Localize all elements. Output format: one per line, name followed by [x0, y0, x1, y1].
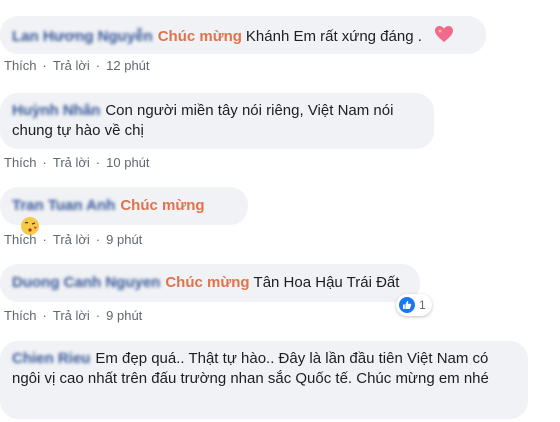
comment-time[interactable]: 12 phút — [106, 58, 149, 73]
comment-tag: Chúc mừng — [157, 27, 242, 45]
separator-dot: · — [95, 308, 101, 323]
comment-bubble: Lan Hương Nguyễn Chúc mừng Khánh Em rất xứ… — [0, 16, 486, 54]
comment-tag: Chúc mừng — [120, 197, 205, 214]
separator-dot: · — [42, 232, 47, 247]
separator-dot: · — [42, 308, 47, 323]
comment-time[interactable]: 9 phút — [106, 308, 142, 323]
like-reaction-icon — [399, 297, 415, 313]
separator-dot: · — [42, 58, 47, 73]
separator-dot: · — [95, 155, 101, 170]
comment-time[interactable]: 9 phút — [106, 232, 142, 247]
comment-text: Tân Hoa Hậu Trái Đất — [253, 274, 400, 291]
like-link[interactable]: Thích — [4, 232, 37, 247]
separator-dot: · — [95, 58, 101, 73]
comment-time[interactable]: 10 phút — [106, 155, 149, 170]
comment-bubble: Chien Rieu Em đẹp quá.. Thật tự hào.. Đây… — [0, 341, 528, 419]
comment-actions: Thích · Trả lời · 9 phút — [4, 308, 142, 323]
heart-with-sparkles-emoji-icon — [434, 25, 454, 49]
comment-author[interactable]: Duong Canh Nguyen — [12, 274, 160, 291]
comment-author[interactable]: Chien Rieu — [12, 350, 90, 367]
comment-author[interactable]: Huỳnh Nhân — [12, 102, 100, 119]
comment-tag: Chúc mừng — [165, 274, 250, 291]
comment-actions: Thích · Trả lời · 10 phút — [4, 155, 150, 170]
separator-dot: · — [42, 155, 47, 170]
reply-link[interactable]: Trả lời — [53, 58, 90, 73]
comment-bubble: Tran Tuan Anh Chúc mừng — [0, 187, 248, 235]
comment-bubble: Huỳnh Nhân Con người miền tây nói riêng, … — [0, 93, 434, 149]
reply-link[interactable]: Trả lời — [53, 308, 90, 323]
reply-link[interactable]: Trả lời — [53, 232, 90, 247]
comment-author[interactable]: Tran Tuan Anh — [12, 197, 115, 214]
separator-dot: · — [95, 232, 101, 247]
comment-actions: Thích · Trả lời · 9 phút — [4, 232, 142, 247]
comment-bubble: Duong Canh Nguyen Chúc mừng Tân Hoa Hậu Tr… — [0, 264, 420, 302]
reaction-summary[interactable]: 1 — [396, 294, 432, 316]
comment-author[interactable]: Lan Hương Nguyễn — [12, 28, 153, 45]
like-link[interactable]: Thích — [4, 308, 37, 323]
like-link[interactable]: Thích — [4, 155, 37, 170]
reply-link[interactable]: Trả lời — [53, 155, 90, 170]
like-link[interactable]: Thích — [4, 58, 37, 73]
reaction-count: 1 — [419, 298, 426, 312]
comment-actions: Thích · Trả lời · 12 phút — [4, 58, 150, 73]
comment-text: Khánh Em rất xứng đáng . — [245, 27, 422, 45]
